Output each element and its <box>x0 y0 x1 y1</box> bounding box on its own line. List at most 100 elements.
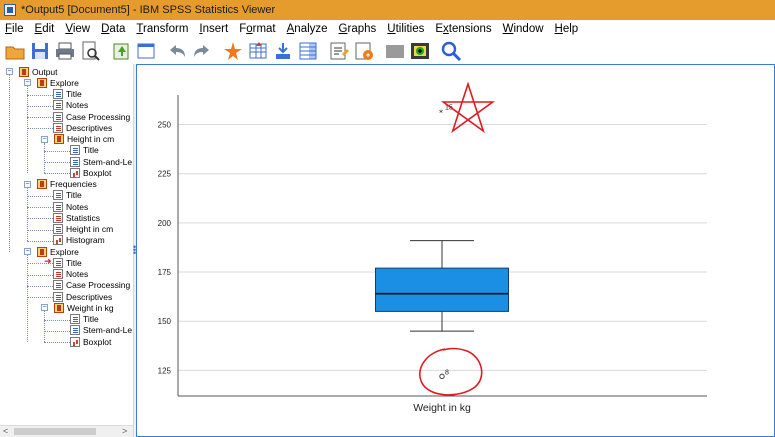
boxplot-chart[interactable]: 125150175200225250 8*15 Weight in kg <box>137 65 774 436</box>
export-button[interactable] <box>110 40 132 62</box>
scroll-right-icon[interactable]: > <box>122 426 127 436</box>
tree-node-label: Weight in kg <box>67 302 114 313</box>
table-page-icon <box>53 269 63 279</box>
hide-button[interactable] <box>384 40 406 62</box>
tree-node-notes[interactable]: Notes <box>53 100 88 111</box>
tree-connector <box>44 150 70 152</box>
search-button[interactable] <box>440 40 462 62</box>
menu-file[interactable]: File <box>0 23 30 35</box>
redo-button[interactable] <box>191 40 213 62</box>
tree-node-stem-and-le[interactable]: Stem-and-Le <box>70 156 132 167</box>
menu-analyze[interactable]: Analyze <box>282 23 334 35</box>
tree-connector <box>27 274 53 276</box>
tree-node-title[interactable]: Title <box>70 145 99 156</box>
tree-node-label: Descriptives <box>66 122 113 133</box>
insert-button[interactable] <box>409 40 431 62</box>
tree-node-weight-in-kg[interactable]: Weight in kg <box>54 302 114 313</box>
tree-connector <box>44 162 70 163</box>
table-page-icon <box>53 224 63 234</box>
goto-variable-icon <box>276 43 290 59</box>
collapse-icon[interactable]: − <box>6 68 13 75</box>
tree-node-boxplot[interactable]: Boxplot <box>70 336 111 347</box>
save-icon <box>32 43 48 59</box>
menu-extensions[interactable]: Extensions <box>430 23 497 35</box>
collapse-icon[interactable]: − <box>41 135 48 143</box>
variables-button[interactable] <box>297 40 319 62</box>
menu-graphs[interactable]: Graphs <box>334 23 383 35</box>
title-bar: *Output5 [Document5] - IBM SPSS Statisti… <box>0 0 775 20</box>
undo-button[interactable] <box>166 40 188 62</box>
menu-transform[interactable]: Transform <box>131 23 194 35</box>
toolbar <box>0 38 775 64</box>
scrollbar-thumb[interactable] <box>14 428 96 435</box>
tree-node-title[interactable]: Title <box>70 314 99 325</box>
tree-node-notes[interactable]: Notes <box>53 269 88 280</box>
collapse-icon[interactable]: − <box>24 79 31 87</box>
tree-node-title[interactable]: Title <box>53 190 82 201</box>
tree-node-title[interactable]: Title <box>53 257 82 268</box>
recall-dialog-icon <box>137 43 155 59</box>
menu-edit[interactable]: Edit <box>30 23 61 35</box>
output-content-pane[interactable]: 125 150 175 200 225 250 8 * 15 Weight in kg <box>136 64 775 437</box>
designate-window-icon <box>330 42 349 60</box>
tree-node-explore[interactable]: Explore <box>37 77 79 88</box>
tree-node-descriptives[interactable]: Descriptives <box>53 122 112 133</box>
tree-node-label: Boxplot <box>83 167 112 178</box>
tree-node-boxplot[interactable]: Boxplot <box>70 167 111 178</box>
y-tick-label: 125 <box>158 366 172 375</box>
tree-node-case-processing[interactable]: Case Processing <box>53 111 130 122</box>
undo-icon <box>170 45 185 57</box>
tree-node-histogram[interactable]: Histogram <box>53 235 105 246</box>
y-tick-label: 200 <box>158 219 172 228</box>
print-button[interactable] <box>54 40 76 62</box>
tree-node-height-in-cm[interactable]: Height in cm <box>53 224 113 235</box>
tree-node-height-in-cm[interactable]: Height in cm <box>54 134 114 145</box>
menu-view[interactable]: View <box>60 23 96 35</box>
recall-dialog-button[interactable] <box>135 40 157 62</box>
current-item-arrow-icon: ➜ <box>44 256 52 267</box>
tree-node-case-processing[interactable]: Case Processing <box>53 280 130 291</box>
goto-data-button[interactable] <box>222 40 244 62</box>
menu-insert[interactable]: Insert <box>194 23 234 35</box>
tree-node-title[interactable]: Title <box>53 89 82 100</box>
menu-utilities[interactable]: Utilities <box>382 23 430 35</box>
print-icon <box>56 42 74 60</box>
table-page-icon <box>53 100 63 111</box>
collapse-icon[interactable]: − <box>24 180 31 188</box>
tree-node-label: Title <box>66 89 82 99</box>
menu-data[interactable]: Data <box>96 23 131 35</box>
tree-connector <box>27 117 53 118</box>
designate-window-button[interactable] <box>328 40 350 62</box>
save-button[interactable] <box>29 40 51 62</box>
tree-connector <box>27 86 28 174</box>
tree-node-descriptives[interactable]: Descriptives <box>53 291 112 302</box>
goto-variable-button[interactable] <box>272 40 294 62</box>
page-icon <box>53 257 63 268</box>
collapse-icon[interactable]: − <box>41 304 48 312</box>
goto-case-button[interactable] <box>247 40 269 62</box>
tree-node-statistics[interactable]: Statistics <box>53 212 100 223</box>
tree-node-frequencies[interactable]: Frequencies <box>37 179 97 190</box>
tree-node-stem-and-le[interactable]: Stem-and-Le <box>70 325 132 336</box>
tree-node-output[interactable]: Output <box>19 66 58 77</box>
tree-node-label: Stem-and-Le <box>83 325 133 336</box>
book-icon <box>37 179 47 189</box>
collapse-icon[interactable]: − <box>24 248 31 255</box>
scroll-left-icon[interactable]: < <box>3 426 8 436</box>
open-folder-button[interactable] <box>4 40 26 62</box>
y-tick-label: 150 <box>158 317 172 326</box>
outline-pane[interactable]: Output − Explore − Title Notes Case Processing… <box>0 64 133 425</box>
menu-format[interactable]: Format <box>234 23 281 35</box>
tree-node-label: Notes <box>66 100 89 111</box>
menu-window[interactable]: Window <box>498 23 550 35</box>
tree-connector <box>44 342 70 343</box>
x-axis-label: Weight in kg <box>413 402 471 414</box>
insert-icon <box>411 43 429 59</box>
tree-node-label: Output <box>32 66 58 77</box>
menu-help[interactable]: Help <box>550 23 585 35</box>
create-edit-autoscript-button[interactable] <box>353 40 375 62</box>
print-preview-button[interactable] <box>79 40 101 62</box>
outline-horizontal-scrollbar[interactable]: < > <box>0 425 133 437</box>
goto-case-icon <box>249 42 267 59</box>
tree-node-notes[interactable]: Notes <box>53 201 88 212</box>
